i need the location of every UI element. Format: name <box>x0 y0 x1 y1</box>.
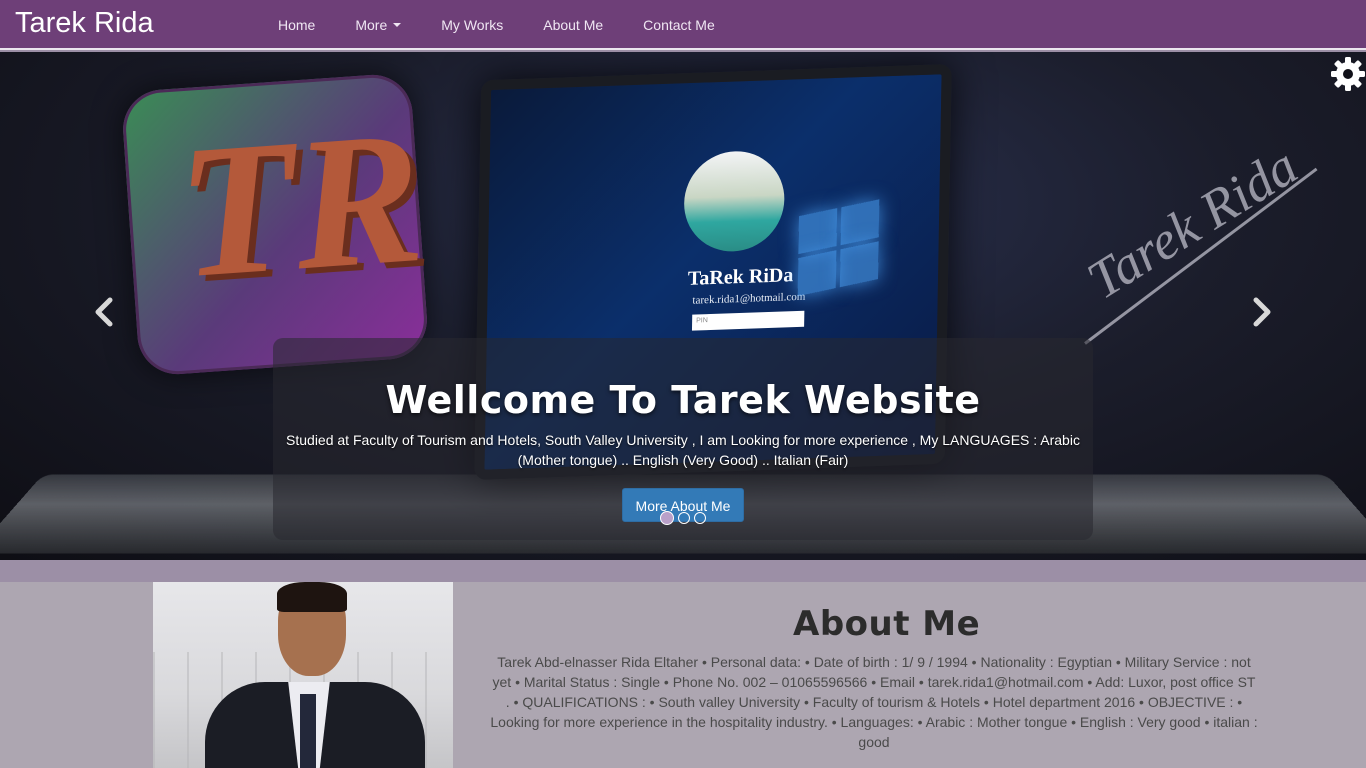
signature-text: Tarek Rida <box>1076 135 1308 311</box>
windows-logo-icon <box>797 199 880 297</box>
profile-picture <box>683 149 786 254</box>
nav-item-label: My Works <box>441 17 504 33</box>
brand-link[interactable]: Tarek Rida <box>15 7 154 40</box>
nav-item-label: More <box>355 17 388 33</box>
caption-title: Wellcome To Tarek Website <box>385 378 981 422</box>
screen-user-email: tarek.rida1@hotmail.com <box>692 290 806 307</box>
carousel-indicators <box>660 511 706 525</box>
about-section: About Me Tarek Abd-elnasser Rida Eltaher… <box>0 582 1366 768</box>
nav-item-label: Home <box>278 17 316 33</box>
nav-item-label: Contact Me <box>643 17 715 33</box>
carousel-indicator[interactable] <box>694 512 706 524</box>
caret-down-icon <box>393 23 402 27</box>
carousel-indicator[interactable] <box>660 511 674 525</box>
caption-text: Studied at Faculty of Tourism and Hotels… <box>286 432 1080 468</box>
about-title: About Me <box>793 604 981 644</box>
screen-pin-field: PIN <box>691 310 805 331</box>
carousel-caption: Wellcome To Tarek Website Studied at Fac… <box>273 338 1093 540</box>
nav-item-contact-me[interactable]: Contact Me <box>623 0 735 50</box>
screen-user-name: TaRek RiDa <box>687 264 794 290</box>
nav-menu: Home More My Works About Me Contact Me <box>258 0 735 50</box>
nav-item-my-works[interactable]: My Works <box>421 0 523 50</box>
nav-item-about-me[interactable]: About Me <box>523 0 623 50</box>
hero-carousel: TaRek RiDa tarek.rida1@hotmail.com PIN T… <box>0 52 1366 560</box>
nav-item-home[interactable]: Home <box>258 0 335 50</box>
nav-item-label: About Me <box>543 17 604 33</box>
carousel-indicator[interactable] <box>678 512 690 524</box>
nav-item-more-dropdown[interactable]: More <box>335 0 421 50</box>
about-photo <box>153 582 453 768</box>
chevron-left-icon[interactable] <box>90 292 120 332</box>
chevron-right-icon[interactable] <box>1246 292 1276 332</box>
tr-logo-letters: TR <box>171 91 429 319</box>
tr-logo-image: TR <box>120 72 430 377</box>
gear-icon[interactable] <box>1330 56 1366 92</box>
about-text: Tarek Abd-elnasser Rida Eltaher • Person… <box>490 654 1258 750</box>
top-navbar: Tarek Rida Home More My Works About Me C… <box>0 0 1366 50</box>
